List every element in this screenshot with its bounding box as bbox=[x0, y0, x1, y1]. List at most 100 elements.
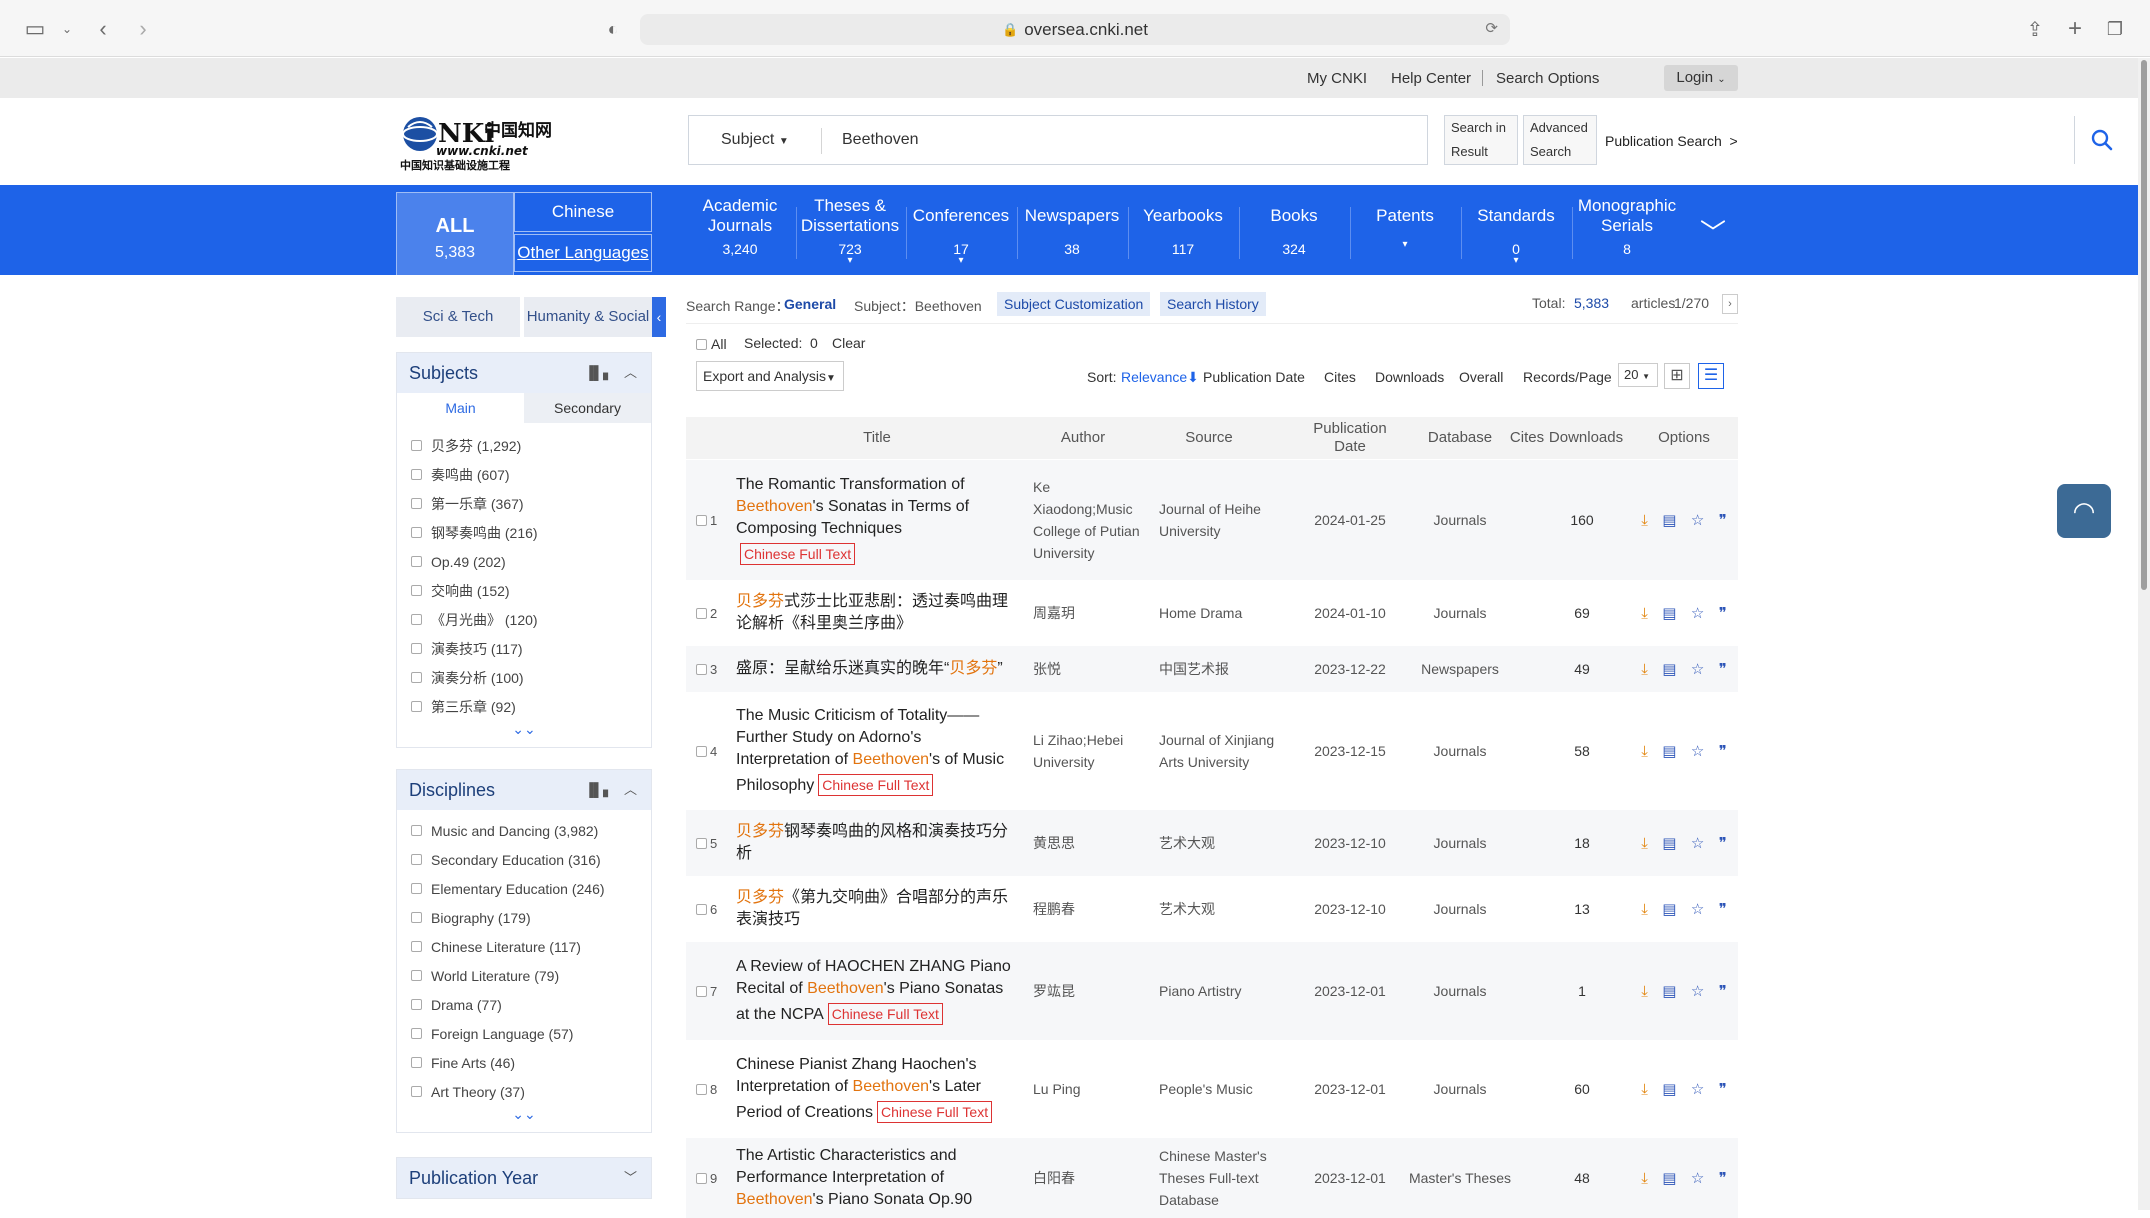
records-per-page-select[interactable]: 20 ▼ bbox=[1618, 363, 1658, 387]
subtab-main[interactable]: Main bbox=[397, 393, 524, 423]
nav-tab-7[interactable]: Standards 0 ▾ bbox=[1462, 195, 1570, 271]
checkbox[interactable] bbox=[411, 970, 422, 981]
download-icon[interactable]: ⤓ bbox=[1641, 743, 1648, 760]
customer-service-icon[interactable]: ◠ bbox=[2057, 484, 2111, 538]
table-row[interactable]: 6 贝多芬《第九交响曲》合唱部分的声乐表演技巧 程鹏春 艺术大观 2023-12-10 J… bbox=[686, 876, 1738, 942]
checkbox[interactable] bbox=[696, 1172, 707, 1184]
download-icon[interactable]: ⤓ bbox=[1641, 983, 1648, 1000]
checkbox[interactable] bbox=[696, 663, 707, 675]
checkbox[interactable] bbox=[696, 1083, 707, 1095]
checkbox[interactable] bbox=[411, 825, 422, 836]
result-author[interactable]: 张悦 bbox=[1033, 658, 1145, 680]
scrollbar[interactable] bbox=[2138, 58, 2150, 1210]
next-page-icon[interactable]: › bbox=[1722, 294, 1738, 314]
my-cnki-link[interactable]: My CNKI bbox=[1307, 70, 1367, 87]
result-title[interactable]: The Romantic Transformation of Beethoven… bbox=[736, 474, 1018, 566]
checkbox[interactable] bbox=[696, 745, 707, 757]
facet-item[interactable]: Biography (179) bbox=[397, 903, 651, 932]
result-title[interactable]: Chinese Pianist Zhang Haochen's Interpre… bbox=[736, 1054, 1018, 1124]
facet-item[interactable]: Drama (77) bbox=[397, 990, 651, 1019]
checkbox[interactable] bbox=[411, 999, 422, 1010]
help-center-link[interactable]: Help Center bbox=[1391, 70, 1471, 87]
cite-icon[interactable]: ❞ bbox=[1719, 604, 1727, 622]
table-row[interactable]: 8 Chinese Pianist Zhang Haochen's Interpr… bbox=[686, 1040, 1738, 1138]
read-online-icon[interactable]: ▤ bbox=[1662, 604, 1676, 622]
forward-icon[interactable]: › bbox=[128, 14, 158, 44]
cite-icon[interactable]: ❞ bbox=[1719, 1169, 1727, 1187]
clear-button[interactable]: Clear bbox=[832, 335, 865, 351]
chart-icon[interactable]: ▐▌▖ bbox=[585, 782, 613, 797]
tabs-overview-icon[interactable]: ❐ bbox=[2100, 14, 2130, 44]
select-all-checkbox[interactable]: All bbox=[696, 336, 727, 352]
download-icon[interactable]: ⤓ bbox=[1641, 835, 1648, 852]
result-author[interactable]: 黄思思 bbox=[1033, 832, 1145, 854]
nav-all-tab[interactable]: ALL 5,383 bbox=[396, 192, 514, 275]
favorite-star-icon[interactable]: ☆ bbox=[1691, 660, 1704, 678]
favorite-star-icon[interactable]: ☆ bbox=[1691, 511, 1704, 529]
cite-icon[interactable]: ❞ bbox=[1719, 1080, 1727, 1098]
result-source[interactable]: Journal of Heihe University bbox=[1159, 498, 1279, 542]
facet-item[interactable]: Music and Dancing (3,982) bbox=[397, 816, 651, 845]
chinese-full-text-button[interactable]: Chinese Full Text bbox=[740, 543, 856, 565]
favorite-star-icon[interactable]: ☆ bbox=[1691, 604, 1704, 622]
result-title[interactable]: The Music Criticism of Totality——Further… bbox=[736, 705, 1018, 797]
row-select[interactable]: 6 bbox=[696, 876, 717, 942]
cite-icon[interactable]: ❞ bbox=[1719, 982, 1727, 1000]
row-select[interactable]: 4 bbox=[696, 692, 717, 810]
table-row[interactable]: 1 The Romantic Transformation of Beethove… bbox=[686, 460, 1738, 580]
download-icon[interactable]: ⤓ bbox=[1641, 605, 1648, 622]
read-online-icon[interactable]: ▤ bbox=[1662, 511, 1676, 529]
table-row[interactable]: 5 贝多芬钢琴奏鸣曲的风格和演奏技巧分析 黄思思 艺术大观 2023-12-10 Jour… bbox=[686, 810, 1738, 876]
cnki-logo[interactable]: NKi 中国知网 www.cnki.net 中国知识基础设施工程 bbox=[398, 113, 570, 171]
export-analysis-dropdown[interactable]: Export and Analysis▼ bbox=[696, 361, 844, 391]
row-select[interactable]: 8 bbox=[696, 1040, 717, 1138]
row-select[interactable]: 5 bbox=[696, 810, 717, 876]
download-icon[interactable]: ⤓ bbox=[1641, 661, 1648, 678]
expand-more-icon[interactable]: ⌄⌄ bbox=[397, 1106, 651, 1132]
facet-item[interactable]: Foreign Language (57) bbox=[397, 1019, 651, 1048]
download-icon[interactable]: ⤓ bbox=[1641, 901, 1648, 918]
cite-icon[interactable]: ❞ bbox=[1719, 660, 1727, 678]
result-title[interactable]: A Review of HAOCHEN ZHANG Piano Recital … bbox=[736, 956, 1018, 1026]
chinese-full-text-button[interactable]: Chinese Full Text bbox=[827, 1003, 943, 1025]
cite-icon[interactable]: ❞ bbox=[1719, 511, 1727, 529]
search-range-value[interactable]: General bbox=[784, 296, 836, 312]
checkbox[interactable] bbox=[696, 985, 707, 997]
privacy-shield-icon[interactable]: ◐ bbox=[598, 14, 628, 44]
publication-search-link[interactable]: Publication Search > bbox=[1605, 133, 1738, 149]
checkbox[interactable] bbox=[411, 469, 422, 480]
checkbox[interactable] bbox=[696, 837, 707, 849]
result-source[interactable]: 艺术大观 bbox=[1159, 898, 1279, 920]
checkbox[interactable] bbox=[696, 607, 707, 619]
facet-item[interactable]: 《月光曲》 (120) bbox=[397, 605, 651, 634]
checkbox[interactable] bbox=[411, 498, 422, 509]
result-author[interactable]: Li Zihao;Hebei University bbox=[1033, 729, 1145, 773]
share-icon[interactable]: ⇪ bbox=[2020, 14, 2050, 44]
read-online-icon[interactable]: ▤ bbox=[1662, 900, 1676, 918]
favorite-star-icon[interactable]: ☆ bbox=[1691, 1169, 1704, 1187]
subject-customization-button[interactable]: Subject Customization bbox=[997, 292, 1151, 316]
checkbox[interactable] bbox=[411, 643, 422, 654]
read-online-icon[interactable]: ▤ bbox=[1662, 1080, 1676, 1098]
chinese-full-text-button[interactable]: Chinese Full Text bbox=[818, 774, 934, 796]
table-row[interactable]: 7 A Review of HAOCHEN ZHANG Piano Recital… bbox=[686, 942, 1738, 1040]
sort-publication-date[interactable]: Publication Date bbox=[1203, 369, 1305, 385]
checkbox[interactable] bbox=[696, 338, 707, 350]
sidebar-toggle-icon[interactable]: ▭ bbox=[20, 14, 50, 44]
disciplines-facet-header[interactable]: Disciplines ▐▌▖ ︿ bbox=[397, 770, 651, 810]
result-source[interactable]: 艺术大观 bbox=[1159, 832, 1279, 854]
cite-icon[interactable]: ❞ bbox=[1719, 900, 1727, 918]
table-row[interactable]: 2 贝多芬式莎士比亚悲剧：透过奏鸣曲理论解析《科里奥兰序曲》 周嘉玥 Home Dra… bbox=[686, 580, 1738, 646]
favorite-star-icon[interactable]: ☆ bbox=[1691, 982, 1704, 1000]
download-icon[interactable]: ⤓ bbox=[1641, 1081, 1648, 1098]
table-row[interactable]: 9 The Artistic Characteristics and Perfor… bbox=[686, 1138, 1738, 1218]
nav-tab-0[interactable]: Academic Journals 3,240 bbox=[686, 195, 794, 271]
search-options-link[interactable]: Search Options bbox=[1496, 70, 1599, 87]
expand-more-icon[interactable]: ⌄⌄ bbox=[397, 721, 651, 747]
advanced-search-button[interactable]: Advanced Search bbox=[1523, 115, 1597, 165]
row-select[interactable]: 9 bbox=[696, 1138, 717, 1218]
read-online-icon[interactable]: ▤ bbox=[1662, 982, 1676, 1000]
result-source[interactable]: Chinese Master's Theses Full-text Databa… bbox=[1159, 1145, 1279, 1211]
result-source[interactable]: People's Music bbox=[1159, 1078, 1279, 1100]
read-online-icon[interactable]: ▤ bbox=[1662, 742, 1676, 760]
